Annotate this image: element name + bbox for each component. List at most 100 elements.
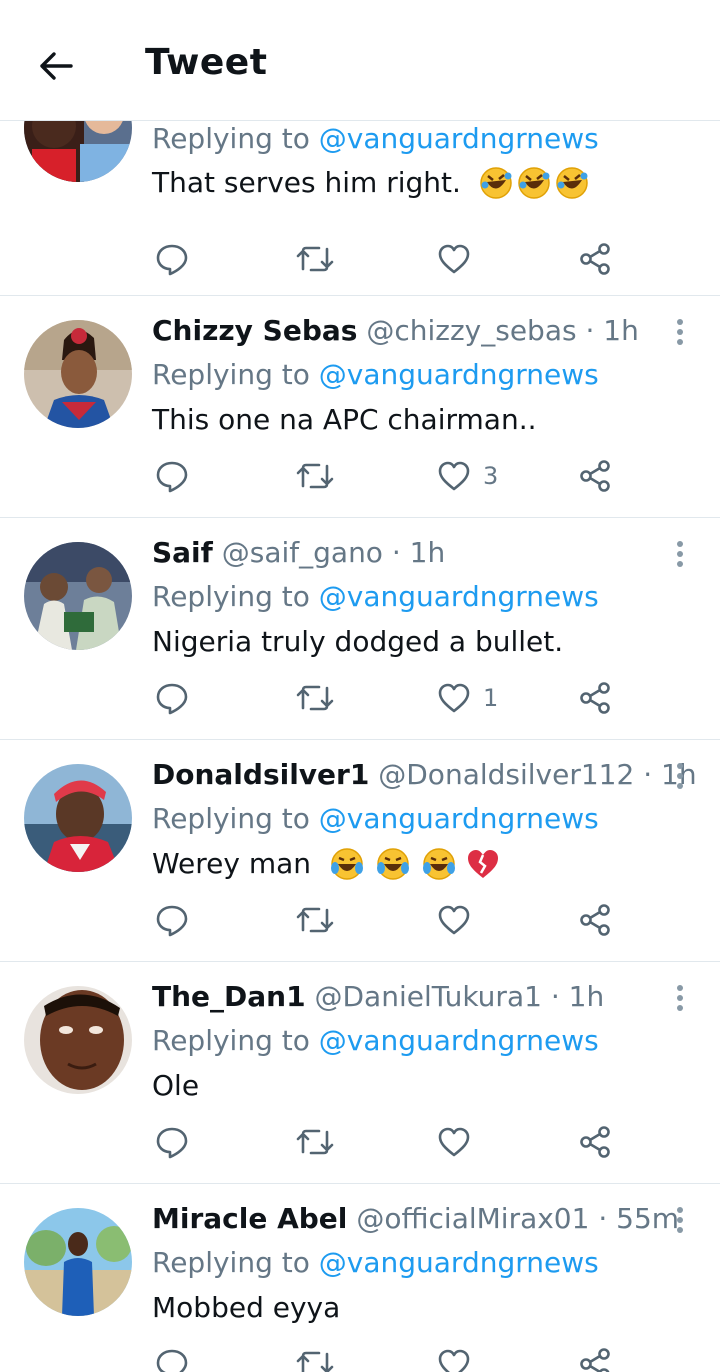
more-options-button[interactable] [664, 314, 696, 350]
like-button[interactable] [437, 234, 483, 284]
display-name[interactable]: The_Dan1 [152, 980, 306, 1013]
tears-of-joy-emoji [375, 846, 411, 882]
retweet-icon [296, 1351, 334, 1372]
reply-item[interactable]: Saif @saif_gano · 1h Replying to @vangua… [0, 518, 720, 740]
reply-button[interactable] [155, 1339, 189, 1372]
replying-to: Replying to @vanguardngrnews [152, 580, 599, 613]
comment-bubble-icon [156, 461, 188, 493]
comment-bubble-icon [156, 244, 188, 276]
avatar[interactable] [24, 542, 132, 650]
share-icon [580, 243, 610, 275]
reply-item[interactable]: Donaldsilver1 @Donaldsilver112 · 1h Repl… [0, 740, 720, 962]
like-button[interactable] [437, 1339, 483, 1372]
comment-bubble-icon [156, 1127, 188, 1159]
display-name[interactable]: Chizzy Sebas [152, 314, 357, 347]
reply-item[interactable]: Chizzy Sebas @chizzy_sebas · 1h Replying… [0, 296, 720, 518]
share-button[interactable] [578, 1339, 612, 1372]
timestamp: · 1h [550, 980, 605, 1013]
more-options-button[interactable] [664, 536, 696, 572]
display-name[interactable]: Donaldsilver1 [152, 758, 369, 791]
replying-handle-link[interactable]: @vanguardngrnews [319, 580, 599, 613]
like-count: 1 [483, 684, 499, 712]
share-button[interactable] [578, 234, 612, 284]
share-button[interactable] [578, 673, 612, 723]
user-handle[interactable]: @chizzy_sebas [366, 314, 576, 347]
page-title: Tweet [145, 42, 268, 83]
more-vertical-icon [677, 1207, 683, 1233]
reply-text: That serves him right. [152, 161, 589, 205]
reply-item[interactable]: Replying to @vanguardngrnews That serves… [0, 121, 720, 296]
retweet-button[interactable] [296, 895, 334, 945]
reply-actions [0, 234, 720, 284]
share-icon [580, 904, 610, 936]
reply-button[interactable] [155, 234, 189, 284]
timestamp: · 1h [391, 536, 446, 569]
display-name[interactable]: Saif [152, 536, 213, 569]
share-button[interactable] [578, 895, 612, 945]
user-handle[interactable]: @DanielTukura1 [314, 980, 541, 1013]
retweet-button[interactable] [296, 451, 334, 501]
replying-to: Replying to @vanguardngrnews [152, 1024, 599, 1057]
reply-button[interactable] [155, 895, 189, 945]
reply-button[interactable] [155, 1117, 189, 1167]
like-button[interactable]: 3 [437, 451, 498, 501]
replying-handle-link[interactable]: @vanguardngrnews [319, 802, 599, 835]
retweet-icon [296, 907, 334, 933]
reply-item[interactable]: The_Dan1 @DanielTukura1 · 1h Replying to… [0, 962, 720, 1184]
back-button[interactable] [34, 46, 78, 86]
heart-icon [438, 905, 470, 935]
user-handle[interactable]: @Donaldsilver112 [378, 758, 634, 791]
user-handle[interactable]: @saif_gano [222, 536, 383, 569]
rofl-emoji [479, 166, 513, 200]
replying-handle-link[interactable]: @vanguardngrnews [319, 358, 599, 391]
share-button[interactable] [578, 451, 612, 501]
reply-actions: 3 [0, 451, 720, 501]
retweet-icon [296, 463, 334, 489]
replying-to: Replying to @vanguardngrnews [152, 122, 599, 155]
like-button[interactable]: 1 [437, 673, 498, 723]
reply-button[interactable] [155, 451, 189, 501]
like-button[interactable] [437, 895, 483, 945]
avatar[interactable] [24, 1208, 132, 1316]
arrow-left-icon [40, 52, 73, 80]
display-name[interactable]: Miracle Abel [152, 1202, 347, 1235]
retweet-button[interactable] [296, 1117, 334, 1167]
more-vertical-icon [677, 541, 683, 567]
reply-actions [0, 895, 720, 945]
more-options-button[interactable] [664, 980, 696, 1016]
replying-handle-link[interactable]: @vanguardngrnews [319, 1024, 599, 1057]
replying-handle-link[interactable]: @vanguardngrnews [319, 1246, 599, 1279]
more-vertical-icon [677, 319, 683, 345]
replying-handle-link[interactable]: @vanguardngrnews [319, 122, 599, 155]
top-app-bar: Tweet [0, 0, 720, 121]
rofl-emoji [555, 166, 589, 200]
replying-to: Replying to @vanguardngrnews [152, 358, 599, 391]
avatar[interactable] [24, 121, 132, 182]
reply-text: This one na APC chairman.. [152, 403, 537, 436]
more-options-button[interactable] [664, 758, 696, 794]
retweet-button[interactable] [296, 1339, 334, 1372]
more-options-button[interactable] [664, 1202, 696, 1238]
avatar[interactable] [24, 320, 132, 428]
avatar[interactable] [24, 986, 132, 1094]
retweet-icon [296, 246, 334, 272]
user-handle[interactable]: @officialMirax01 [356, 1202, 589, 1235]
reply-text: Ole [152, 1069, 200, 1102]
reply-button[interactable] [155, 673, 189, 723]
reply-item[interactable]: Miracle Abel @officialMirax01 · 55m Repl… [0, 1184, 720, 1372]
reply-actions [0, 1117, 720, 1167]
replying-to: Replying to @vanguardngrnews [152, 802, 599, 835]
more-vertical-icon [677, 985, 683, 1011]
share-button[interactable] [578, 1117, 612, 1167]
heart-icon [438, 1349, 470, 1372]
replies-feed[interactable]: Replying to @vanguardngrnews That serves… [0, 121, 720, 1372]
comment-bubble-icon [156, 683, 188, 715]
avatar[interactable] [24, 764, 132, 872]
retweet-button[interactable] [296, 234, 334, 284]
tears-of-joy-emoji [329, 846, 365, 882]
replying-to: Replying to @vanguardngrnews [152, 1246, 599, 1279]
like-count: 3 [483, 462, 499, 490]
share-icon [580, 682, 610, 714]
like-button[interactable] [437, 1117, 483, 1167]
retweet-button[interactable] [296, 673, 334, 723]
